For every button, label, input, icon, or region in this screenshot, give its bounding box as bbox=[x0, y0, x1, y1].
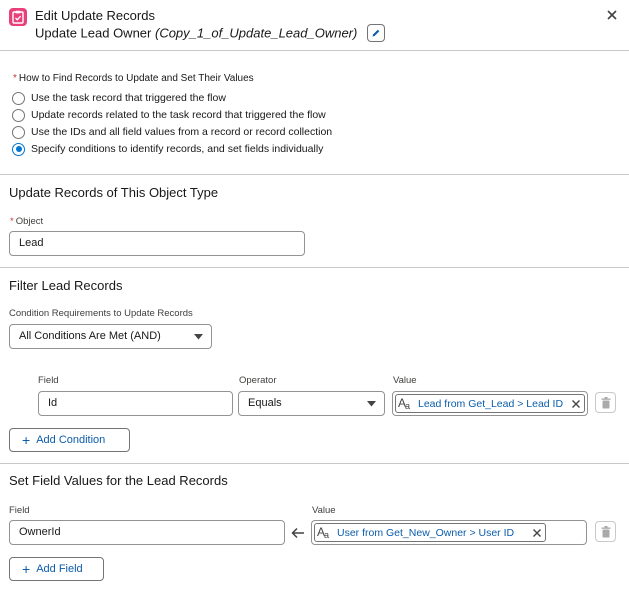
pill-label: Lead from Get_Lead > Lead ID bbox=[418, 397, 564, 410]
filter-operator-select[interactable]: Equals bbox=[238, 391, 385, 416]
element-title: Update Lead Owner (Copy_1_of_Update_Lead… bbox=[35, 24, 385, 43]
radio-label: Update records related to the task recor… bbox=[31, 109, 326, 121]
radio-label: Use the task record that triggered the f… bbox=[31, 92, 226, 104]
chevron-down-icon bbox=[367, 401, 376, 407]
condition-requirements-label: Condition Requirements to Update Records bbox=[9, 308, 193, 319]
edit-label-button[interactable] bbox=[366, 24, 385, 42]
modal-title: Edit Update Records bbox=[35, 8, 155, 23]
add-field-button[interactable]: + Add Field bbox=[9, 557, 104, 581]
modal-header: Edit Update Records Update Lead Owner (C… bbox=[0, 0, 629, 50]
set-value-field[interactable]: Aa User from Get_New_Owner > User ID bbox=[311, 520, 587, 545]
radio-option-record-collection[interactable]: Use the IDs and all field values from a … bbox=[12, 125, 332, 139]
radio-button[interactable] bbox=[12, 108, 25, 122]
radio-option-triggering-record[interactable]: Use the task record that triggered the f… bbox=[12, 91, 226, 105]
section-divider bbox=[0, 174, 629, 175]
chevron-down-icon bbox=[194, 334, 203, 340]
pill-label: User from Get_New_Owner > User ID bbox=[337, 526, 515, 539]
set-field-column-label: Field bbox=[9, 505, 30, 516]
filter-field-input[interactable]: Id bbox=[38, 391, 233, 416]
filter-value-column-label: Value bbox=[393, 375, 417, 386]
pencil-icon bbox=[372, 29, 380, 37]
plus-icon: + bbox=[22, 561, 31, 577]
find-records-label: * How to Find Records to Update and Set T… bbox=[13, 73, 254, 84]
filter-value-field[interactable]: Aa Lead from Get_Lead > Lead ID bbox=[392, 391, 588, 416]
element-label: Update Lead Owner bbox=[35, 25, 152, 41]
filter-section-title: Filter Lead Records bbox=[9, 278, 123, 293]
radio-label: Specify conditions to identify records, … bbox=[31, 143, 324, 155]
radio-option-related-records[interactable]: Update records related to the task recor… bbox=[12, 108, 326, 122]
set-values-section-title: Set Field Values for the Lead Records bbox=[9, 473, 228, 488]
resource-pill[interactable]: Aa Lead from Get_Lead > Lead ID bbox=[395, 394, 585, 413]
trash-icon bbox=[601, 526, 611, 538]
delete-condition-button[interactable] bbox=[595, 392, 616, 413]
object-section-title: Update Records of This Object Type bbox=[9, 185, 219, 200]
element-api-name: (Copy_1_of_Update_Lead_Owner) bbox=[154, 25, 358, 41]
condition-requirements-select[interactable]: All Conditions Are Met (AND) bbox=[9, 324, 212, 349]
header-divider bbox=[0, 50, 629, 51]
set-value-column-label: Value bbox=[312, 505, 336, 516]
radio-button[interactable] bbox=[12, 125, 25, 139]
filter-field-column-label: Field bbox=[38, 375, 59, 386]
filter-operator-column-label: Operator bbox=[239, 375, 277, 386]
resource-pill[interactable]: Aa User from Get_New_Owner > User ID bbox=[314, 523, 546, 542]
plus-icon: + bbox=[22, 432, 31, 448]
clipboard-icon bbox=[9, 8, 27, 26]
close-icon[interactable] bbox=[532, 528, 542, 538]
radio-button[interactable] bbox=[12, 91, 25, 105]
filter-operator-value: Equals bbox=[248, 397, 282, 409]
close-icon[interactable] bbox=[571, 399, 581, 409]
arrow-left-icon bbox=[291, 527, 304, 539]
object-label: * Object bbox=[10, 216, 44, 227]
add-condition-button[interactable]: + Add Condition bbox=[9, 428, 130, 452]
radio-button-selected[interactable] bbox=[12, 142, 25, 156]
radio-label: Use the IDs and all field values from a … bbox=[31, 126, 333, 138]
object-input[interactable]: Lead bbox=[9, 231, 305, 256]
condition-requirements-value: All Conditions Are Met (AND) bbox=[19, 330, 161, 342]
delete-field-button[interactable] bbox=[595, 521, 616, 542]
close-icon[interactable] bbox=[606, 9, 618, 21]
section-divider bbox=[0, 267, 629, 268]
trash-icon bbox=[601, 397, 611, 409]
radio-option-specify-conditions[interactable]: Specify conditions to identify records, … bbox=[12, 142, 323, 156]
section-divider bbox=[0, 463, 629, 464]
set-field-input[interactable]: OwnerId bbox=[9, 520, 285, 545]
